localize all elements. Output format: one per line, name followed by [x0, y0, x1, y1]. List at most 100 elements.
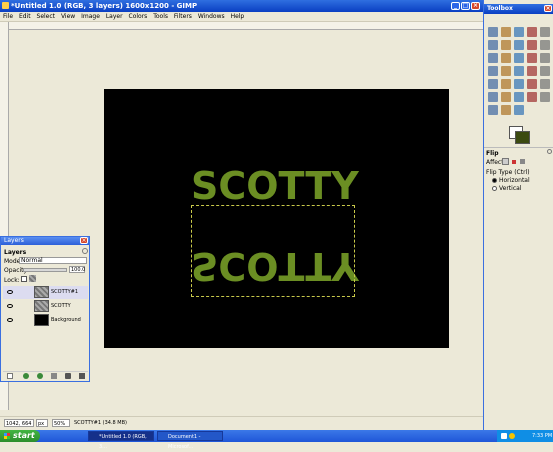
horizontal-radio[interactable] — [492, 178, 497, 183]
options-menu-icon[interactable] — [547, 149, 552, 154]
color-picker-tool-icon[interactable] — [527, 40, 537, 50]
toolbox-titlebar[interactable]: Toolbox × — [484, 4, 553, 14]
new-layer-icon[interactable] — [7, 373, 13, 379]
crop-tool-icon[interactable] — [527, 53, 537, 63]
layer-row[interactable]: SCOTTY — [3, 300, 88, 313]
affect-path-button[interactable] — [520, 159, 525, 164]
free-select-tool-icon[interactable] — [514, 27, 524, 37]
rect-select-tool-icon[interactable] — [488, 27, 498, 37]
duplicate-layer-icon[interactable] — [51, 373, 57, 379]
lower-layer-icon[interactable] — [37, 373, 43, 379]
status-message: SCOTTY#1 (34.8 MB) — [74, 420, 128, 426]
blur-tool-icon[interactable] — [488, 105, 498, 115]
flip-tool-icon[interactable] — [527, 66, 537, 76]
heal-tool-icon[interactable] — [527, 92, 537, 102]
menu-bar: File Edit Select View Image Layer Colors… — [0, 12, 483, 22]
layers-menu-arrow-icon[interactable] — [82, 248, 88, 254]
pencil-tool-icon[interactable] — [514, 79, 524, 89]
horizontal-ruler[interactable] — [8, 22, 483, 30]
fuzzy-select-tool-icon[interactable] — [527, 27, 537, 37]
menu-image[interactable]: Image — [81, 13, 100, 20]
lock-pixels-checkbox[interactable] — [21, 276, 27, 282]
clock: 7:33 PM — [532, 433, 553, 439]
layer-row[interactable]: Background — [3, 314, 88, 327]
task-gimp-window[interactable]: *Untitled 1.0 (RGB, 3... — [88, 431, 154, 450]
menu-layer[interactable]: Layer — [106, 13, 123, 20]
visibility-eye-icon[interactable] — [7, 290, 13, 294]
windows-logo-icon — [4, 433, 10, 439]
layer-row[interactable]: SCOTTY#1 — [3, 286, 88, 299]
blend-tool-icon[interactable] — [501, 79, 511, 89]
layer-name: Background — [51, 317, 81, 323]
eraser-tool-icon[interactable] — [540, 79, 550, 89]
taskbar: start *Untitled 1.0 (RGB, 3... Document1… — [0, 430, 553, 450]
selection-marquee[interactable] — [191, 205, 355, 297]
menu-filters[interactable]: Filters — [174, 13, 192, 20]
anchor-layer-icon[interactable] — [65, 373, 71, 379]
paths-tool-icon[interactable] — [514, 40, 524, 50]
start-button[interactable]: start — [0, 430, 40, 442]
close-button[interactable]: × — [471, 2, 480, 10]
visibility-eye-icon[interactable] — [7, 318, 13, 322]
ellipse-select-tool-icon[interactable] — [501, 27, 511, 37]
foreground-select-tool-icon[interactable] — [501, 40, 511, 50]
layer-name: SCOTTY — [51, 303, 71, 309]
menu-view[interactable]: View — [61, 13, 75, 20]
network-icon[interactable] — [501, 433, 507, 439]
dodge-burn-tool-icon[interactable] — [514, 105, 524, 115]
affect-selection-button[interactable] — [512, 160, 516, 164]
vertical-radio[interactable] — [492, 186, 497, 191]
window-title: *Untitled 1.0 (RGB, 3 layers) 1600x1200 … — [11, 2, 198, 10]
volume-icon[interactable] — [509, 433, 515, 439]
horizontal-label: Horizontal — [499, 177, 530, 184]
layers-close-button[interactable]: × — [80, 237, 88, 244]
opacity-input[interactable]: 100.0 — [69, 266, 85, 273]
zoom-tool-icon[interactable] — [540, 40, 550, 50]
layer-name: SCOTTY#1 — [51, 289, 79, 295]
zoom-select[interactable]: 50% — [52, 419, 70, 427]
visibility-eye-icon[interactable] — [7, 304, 13, 308]
lock-alpha-icon[interactable] — [29, 275, 36, 282]
toolbox-close-button[interactable]: × — [544, 5, 552, 12]
delete-layer-icon[interactable] — [79, 373, 85, 379]
menu-tools[interactable]: Tools — [153, 13, 168, 20]
affect-layer-button[interactable] — [502, 158, 509, 165]
menu-select[interactable]: Select — [37, 13, 56, 20]
clone-tool-icon[interactable] — [514, 92, 524, 102]
background-color-swatch[interactable] — [515, 131, 530, 144]
perspective-clone-tool-icon[interactable] — [540, 92, 550, 102]
menu-edit[interactable]: Edit — [19, 13, 31, 20]
align-tool-icon[interactable] — [514, 53, 524, 63]
color-select-tool-icon[interactable] — [540, 27, 550, 37]
paintbrush-tool-icon[interactable] — [527, 79, 537, 89]
menu-colors[interactable]: Colors — [129, 13, 148, 20]
ink-tool-icon[interactable] — [501, 92, 511, 102]
scissors-tool-icon[interactable] — [488, 40, 498, 50]
text-tool-icon[interactable] — [540, 66, 550, 76]
horizontal-scrollbar[interactable] — [9, 408, 481, 415]
menu-help[interactable]: Help — [231, 13, 245, 20]
layer-thumbnail — [34, 300, 49, 312]
menu-windows[interactable]: Windows — [198, 13, 225, 20]
maximize-button[interactable]: □ — [461, 2, 470, 10]
layers-dialog-titlebar[interactable]: Layers × — [1, 237, 89, 245]
layers-dialog: Layers × Layers Mode: Normal Opacity: 10… — [0, 236, 90, 382]
opacity-slider[interactable] — [23, 268, 67, 272]
measure-tool-icon[interactable] — [488, 53, 498, 63]
perspective-tool-icon[interactable] — [514, 66, 524, 76]
layer-thumbnail — [34, 314, 49, 326]
menu-file[interactable]: File — [3, 13, 13, 20]
unit-select[interactable]: px — [36, 419, 48, 427]
rotate-tool-icon[interactable] — [540, 53, 550, 63]
smudge-tool-icon[interactable] — [501, 105, 511, 115]
raise-layer-icon[interactable] — [23, 373, 29, 379]
scotty-text-layer[interactable]: SCOTTY — [191, 167, 359, 205]
mode-select[interactable]: Normal — [19, 257, 87, 264]
airbrush-tool-icon[interactable] — [488, 92, 498, 102]
shear-tool-icon[interactable] — [501, 66, 511, 76]
bucket-fill-tool-icon[interactable] — [488, 79, 498, 89]
move-tool-icon[interactable] — [501, 53, 511, 63]
minimize-button[interactable]: _ — [451, 2, 460, 10]
scale-tool-icon[interactable] — [488, 66, 498, 76]
task-word-document[interactable]: Document1 - Microsof... — [157, 431, 223, 450]
